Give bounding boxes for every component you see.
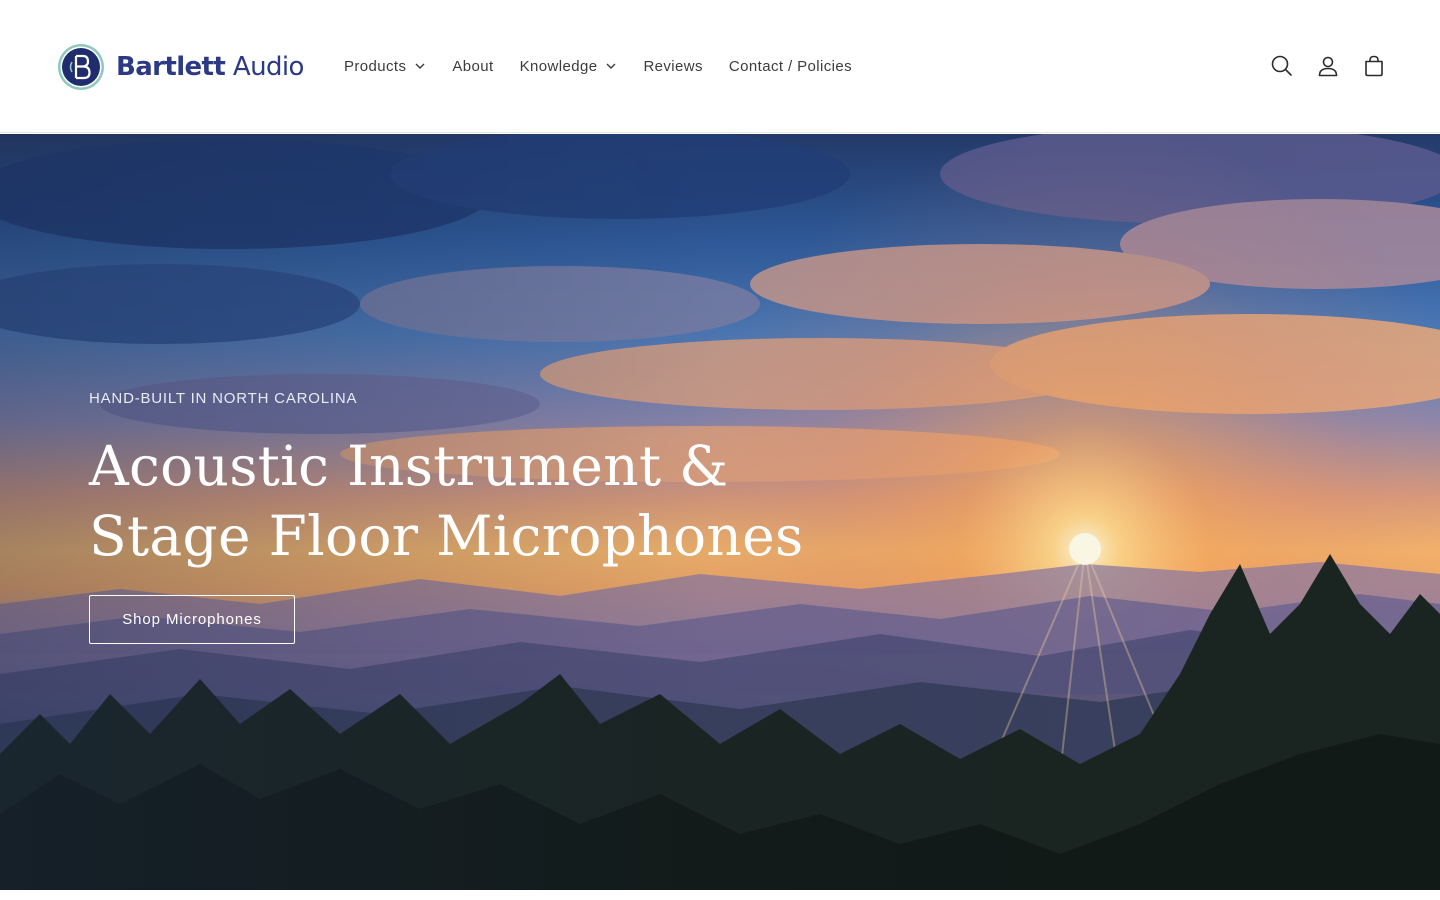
hero-headline-line2: Stage Floor Microphones bbox=[89, 504, 804, 568]
account-icon bbox=[1318, 56, 1338, 77]
search-icon bbox=[1271, 55, 1292, 76]
brand-name-regular: Audio bbox=[225, 51, 305, 82]
nav-item-products[interactable]: Products bbox=[344, 58, 426, 75]
main-nav: Products About Knowledge Reviews Contact… bbox=[344, 54, 878, 78]
nav-item-knowledge[interactable]: Knowledge bbox=[520, 58, 618, 75]
brand-logo[interactable]: Bartlett Audio bbox=[57, 42, 304, 91]
hero-content: HAND-BUILT IN NORTH CAROLINA Acoustic In… bbox=[89, 390, 849, 644]
brand-name: Bartlett Audio bbox=[116, 52, 304, 82]
nav-item-label: Products bbox=[344, 57, 407, 75]
header-icons bbox=[1252, 50, 1390, 82]
cart-icon bbox=[1365, 55, 1383, 77]
cart-button[interactable] bbox=[1358, 50, 1390, 82]
chevron-down-icon bbox=[415, 63, 425, 69]
hero-headline-line1: Acoustic Instrument & bbox=[89, 434, 729, 498]
shop-microphones-button[interactable]: Shop Microphones bbox=[89, 595, 295, 644]
hero-banner: HAND-BUILT IN NORTH CAROLINA Acoustic In… bbox=[0, 134, 1440, 890]
brand-name-bold: Bartlett bbox=[116, 51, 226, 82]
nav-item-label: About bbox=[452, 57, 494, 75]
nav-item-label: Contact / Policies bbox=[728, 57, 853, 75]
search-button[interactable] bbox=[1266, 50, 1298, 82]
hero-eyebrow: HAND-BUILT IN NORTH CAROLINA bbox=[89, 390, 358, 407]
nav-item-label: Reviews bbox=[643, 57, 703, 75]
nav-item-label: Knowledge bbox=[519, 57, 598, 75]
nav-item-reviews[interactable]: Reviews bbox=[643, 58, 702, 75]
chevron-down-icon bbox=[606, 63, 616, 69]
account-button[interactable] bbox=[1312, 50, 1344, 82]
hero-headline: Acoustic Instrument & Stage Floor Microp… bbox=[89, 431, 849, 571]
b-monogram-icon bbox=[58, 43, 104, 90]
site-header: Bartlett Audio Products About Knowledge … bbox=[0, 0, 1440, 133]
nav-item-contact-policies[interactable]: Contact / Policies bbox=[729, 58, 852, 75]
nav-item-about[interactable]: About bbox=[452, 58, 493, 75]
